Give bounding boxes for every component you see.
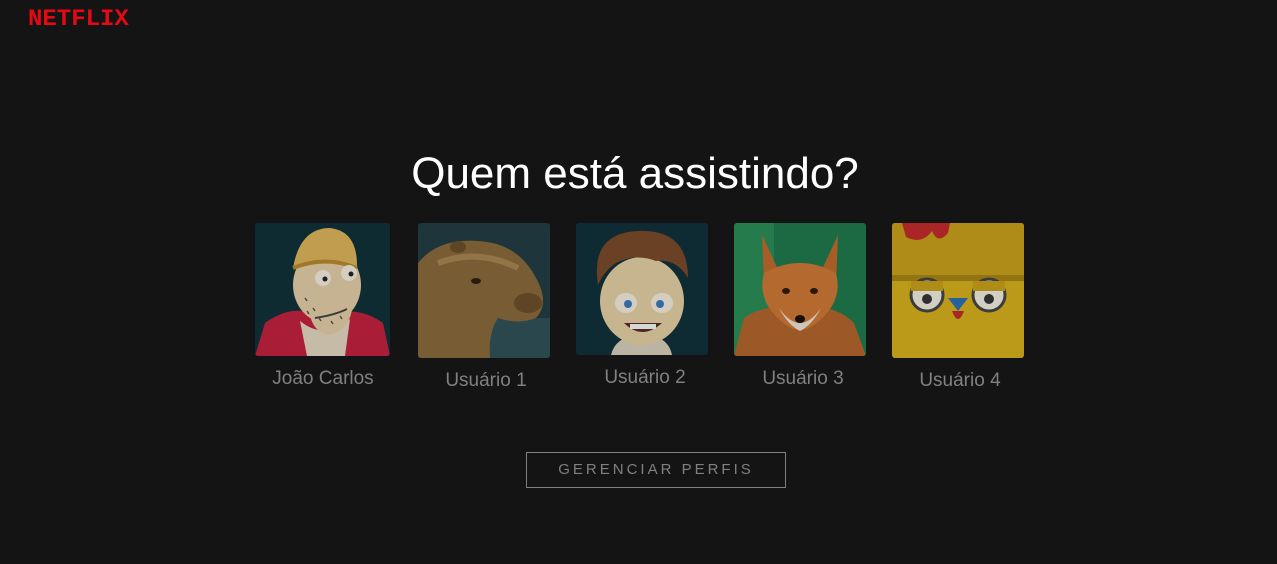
netflix-logo[interactable]: NETFLIX [28,7,129,34]
profile-select-page: NETFLIX Quem está assistindo? João Carlo… [0,0,1277,564]
manage-profiles-button[interactable]: GERENCIAR PERFIS [526,452,786,488]
fox-avatar-icon[interactable] [734,223,866,356]
yellow-chicken-avatar-icon[interactable] [892,223,1024,358]
capybara-avatar-icon[interactable] [418,223,550,358]
profile-name: Usuário 4 [919,370,1001,391]
bearded-man-beanie-avatar-icon[interactable] [255,223,390,356]
page-title: Quem está assistindo? [411,149,859,198]
profile-name: Usuário 2 [604,367,686,388]
profile-name: João Carlos [272,368,374,389]
profile-name: Usuário 3 [762,368,844,389]
cartoon-boy-avatar-icon[interactable] [576,223,708,355]
profile-name: Usuário 1 [445,370,527,391]
